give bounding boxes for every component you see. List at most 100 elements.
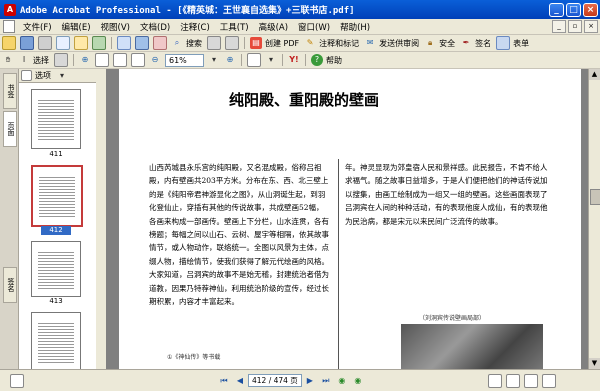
maximize-button[interactable]: □ (566, 2, 581, 17)
menu-comments[interactable]: 注释(C) (175, 21, 215, 33)
menu-window[interactable]: 窗口(W) (293, 21, 335, 33)
document-icon (3, 20, 15, 33)
zoom-out-icon[interactable]: ⊖ (149, 54, 161, 66)
thumbnail-label: 412 (41, 226, 71, 235)
fit-page-icon[interactable] (113, 53, 127, 67)
rotate-icon[interactable] (225, 36, 239, 50)
title-bar: A Adobe Acrobat Professional - [《精英城：王世襄… (0, 0, 600, 19)
snapshot-icon[interactable] (135, 36, 149, 50)
separator (282, 54, 283, 66)
minimize-button[interactable]: _ (549, 2, 564, 17)
thumbnail-label: 413 (49, 297, 63, 305)
document-view[interactable]: 纯阳殿、重阳殿的壁画 山西芮城县永乐宫的纯阳殿，又名混成殿，俗称吕祖殿，内有壁画… (107, 69, 589, 369)
window-title: Adobe Acrobat Professional - [《精英城：王世襄自选… (20, 6, 355, 16)
column-divider (338, 159, 339, 369)
page-size-icon (10, 373, 24, 388)
zoom-plus-icon[interactable]: ⊕ (224, 54, 236, 66)
secure-button[interactable]: 安全 (439, 38, 455, 49)
menu-view[interactable]: 视图(V) (96, 21, 135, 33)
tab-signatures[interactable]: 签名 (3, 267, 17, 303)
page-icon[interactable] (207, 36, 221, 50)
page-number-field[interactable]: 412 / 474 页 (248, 374, 302, 387)
page-thumbnail[interactable] (31, 312, 81, 371)
status-bar: ⏮︎ ◀ 412 / 474 页 ▶ ⏭︎ ◉ ◉ (0, 369, 600, 391)
email-icon[interactable] (56, 36, 70, 50)
footnote: ①《神仙传》等书载 (167, 354, 221, 361)
page-thumbnail-selected[interactable] (31, 165, 83, 227)
toolbar-navigation: ✋︎ I 选择 ⊕ ⊖ 61% ▾ ⊕ ▾ Y! ? 帮助 (0, 52, 600, 69)
tab-bookmarks[interactable]: 书签 (3, 73, 17, 109)
delete-page-icon[interactable] (21, 70, 32, 81)
single-page-icon[interactable] (487, 373, 502, 388)
send-review-button[interactable]: 发送供审阅 (379, 38, 419, 49)
previous-page-icon[interactable]: ◀ (234, 375, 246, 387)
page-layout-icon[interactable] (247, 53, 261, 67)
send-review-icon: ✉ (366, 38, 374, 47)
zoom-in-icon[interactable]: ⊕ (79, 54, 91, 66)
help-icon: ? (311, 54, 323, 66)
page-thumbnail[interactable] (31, 241, 81, 297)
open-icon[interactable] (2, 36, 16, 50)
doc-restore-button[interactable]: ▫ (568, 20, 582, 33)
text-column-right: 年。神灵显现为郊皇宿人民和景祥感。此民报告，不肯不给人求福气。随之故事日益增多，… (345, 163, 548, 226)
next-view-icon[interactable]: ◉ (352, 375, 364, 387)
zoom-input[interactable]: 61% (165, 53, 204, 67)
doc-minimize-button[interactable]: _ (552, 20, 566, 33)
menu-document[interactable]: 文档(D) (135, 21, 175, 33)
scroll-up-icon[interactable]: ▲ (589, 69, 600, 80)
binoculars-icon: ⌕ (174, 38, 180, 47)
navigation-tabs: 书签 页面 签名 (0, 69, 19, 369)
snapshot-tool-icon[interactable] (54, 53, 68, 67)
last-page-icon[interactable]: ⏭︎ (320, 375, 332, 387)
attach-icon[interactable] (92, 36, 106, 50)
next-page-icon[interactable]: ▶ (304, 375, 316, 387)
vertical-scrollbar[interactable]: ▲ ▼ (588, 69, 600, 369)
scroll-thumb[interactable] (590, 189, 600, 205)
pdf-page: 纯阳殿、重阳殿的壁画 山西芮城县永乐宫的纯阳殿，又名混成殿，俗称吕祖殿，内有壁画… (119, 69, 581, 369)
menu-edit[interactable]: 编辑(E) (57, 21, 96, 33)
print-icon[interactable] (38, 36, 52, 50)
thumbnails-scrollbar[interactable] (96, 82, 106, 369)
page-thumbnail[interactable] (31, 89, 81, 149)
select-tool-icon: I (22, 55, 26, 64)
separator (111, 37, 112, 49)
doc-close-button[interactable]: × (584, 20, 598, 33)
photo-caption: （刘洞宾传说壁画局部） (419, 315, 486, 322)
select-button[interactable]: 选择 (33, 55, 49, 66)
previous-view-icon[interactable]: ◉ (336, 375, 348, 387)
fit-width-icon[interactable] (131, 53, 145, 67)
thumbnails-panel: 选项 ▾ 411 412 413 (19, 69, 107, 371)
menu-help[interactable]: 帮助(H) (335, 21, 375, 33)
image-icon[interactable] (153, 36, 167, 50)
options-button[interactable]: 选项 (35, 70, 51, 81)
pen-icon: ✒ (462, 38, 470, 47)
actual-size-icon[interactable] (95, 53, 109, 67)
scroll-down-icon[interactable]: ▼ (589, 358, 600, 369)
tab-pages[interactable]: 页面 (3, 111, 17, 147)
zoom-dropdown-icon[interactable]: ▾ (208, 54, 220, 66)
comment-markup-button[interactable]: 注释和标记 (319, 38, 359, 49)
organizer-icon[interactable] (74, 36, 88, 50)
sign-button[interactable]: 签名 (475, 38, 491, 49)
help-button[interactable]: 帮助 (326, 55, 342, 66)
options-dropdown-icon[interactable]: ▾ (56, 70, 68, 82)
separator (305, 54, 306, 66)
save-icon[interactable] (20, 36, 34, 50)
zoom-tool-icon[interactable] (117, 36, 131, 50)
menu-advanced[interactable]: 高级(A) (254, 21, 293, 33)
continuous-icon[interactable] (505, 373, 520, 388)
yahoo-toolbar-icon[interactable]: Y! (288, 54, 300, 66)
forms-button[interactable]: 表单 (513, 38, 529, 49)
continuous-facing-icon[interactable] (523, 373, 538, 388)
first-page-icon[interactable]: ⏮︎ (218, 375, 230, 387)
search-button[interactable]: 搜索 (186, 38, 202, 49)
hand-tool-icon[interactable]: ✋︎ (2, 54, 14, 66)
facing-icon[interactable] (541, 373, 556, 388)
menu-tools[interactable]: 工具(T) (215, 21, 254, 33)
create-pdf-button[interactable]: 创建 PDF (265, 38, 299, 49)
menu-file[interactable]: 文件(F) (18, 21, 57, 33)
close-button[interactable]: × (583, 2, 598, 17)
comment-icon: ✎ (306, 38, 314, 47)
separator (241, 54, 242, 66)
layout-dropdown-icon[interactable]: ▾ (265, 54, 277, 66)
